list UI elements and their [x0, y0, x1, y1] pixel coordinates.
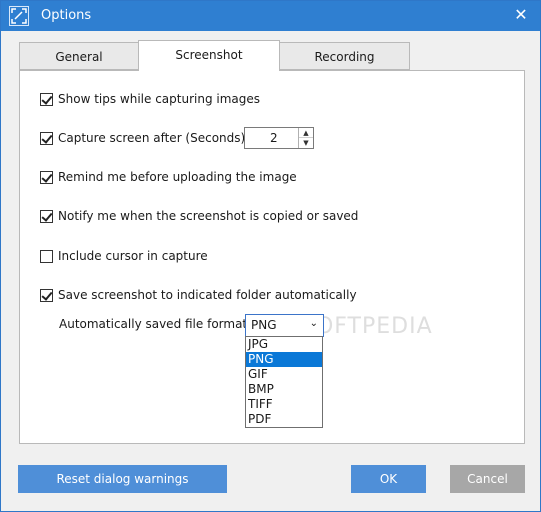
tab-screenshot-label: Screenshot: [175, 48, 243, 62]
include-cursor-label: Include cursor in capture: [58, 249, 208, 263]
capture-delay-label: Capture screen after (Seconds):: [58, 131, 250, 145]
show-tips-label: Show tips while capturing images: [58, 92, 261, 106]
chevron-down-icon: ⌄: [309, 318, 318, 329]
delay-seconds-value[interactable]: 2: [270, 131, 278, 145]
spinner-buttons: ▲ ▼: [298, 128, 313, 148]
options-dialog: Options ✕ General Screenshot Recording S…: [0, 0, 541, 512]
file-format-label: Automatically saved file format:: [59, 317, 252, 331]
format-option-pdf[interactable]: PDF: [246, 412, 322, 427]
reset-dialog-warnings-button[interactable]: Reset dialog warnings: [18, 465, 227, 493]
tab-general[interactable]: General: [19, 42, 139, 70]
delay-seconds-spinner[interactable]: 2 ▲ ▼: [244, 127, 314, 149]
format-option-png[interactable]: PNG: [246, 352, 322, 367]
format-option-gif[interactable]: GIF: [246, 367, 322, 382]
option-capture-delay[interactable]: Capture screen after (Seconds):: [40, 130, 249, 146]
file-format-select[interactable]: PNG ⌄: [245, 314, 324, 337]
close-icon[interactable]: ✕: [512, 6, 530, 24]
format-option-jpg[interactable]: JPG: [246, 337, 322, 352]
auto-save-label: Save screenshot to indicated folder auto…: [58, 288, 357, 302]
option-notify-copied[interactable]: Notify me when the screenshot is copied …: [40, 208, 358, 224]
file-format-dropdown: JPG PNG GIF BMP TIFF PDF: [245, 336, 323, 428]
ok-button[interactable]: OK: [351, 465, 426, 493]
remind-upload-checkbox[interactable]: [40, 170, 53, 184]
app-icon: [9, 6, 29, 26]
option-include-cursor[interactable]: Include cursor in capture: [40, 248, 208, 264]
notify-copied-label: Notify me when the screenshot is copied …: [58, 209, 359, 223]
option-auto-save[interactable]: Save screenshot to indicated folder auto…: [40, 287, 357, 303]
format-option-tiff[interactable]: TIFF: [246, 397, 322, 412]
cancel-button[interactable]: Cancel: [450, 465, 525, 493]
window-title: Options: [41, 8, 92, 23]
title-bar[interactable]: Options ✕: [1, 1, 540, 31]
tab-recording[interactable]: Recording: [279, 42, 410, 70]
option-remind-upload[interactable]: Remind me before uploading the image: [40, 169, 297, 185]
spinner-up-icon[interactable]: ▲: [299, 128, 313, 138]
auto-save-checkbox[interactable]: [40, 288, 53, 302]
tab-general-label: General: [55, 50, 103, 64]
tab-screenshot[interactable]: Screenshot: [138, 40, 280, 71]
remind-upload-label: Remind me before uploading the image: [58, 170, 297, 184]
option-show-tips[interactable]: Show tips while capturing images: [40, 91, 260, 107]
notify-copied-checkbox[interactable]: [40, 209, 53, 223]
include-cursor-checkbox[interactable]: [40, 249, 53, 263]
file-format-selected: PNG: [251, 318, 277, 332]
tab-recording-label: Recording: [314, 50, 375, 64]
capture-delay-checkbox[interactable]: [40, 131, 53, 145]
spinner-down-icon[interactable]: ▼: [299, 138, 313, 148]
show-tips-checkbox[interactable]: [40, 92, 53, 106]
format-option-bmp[interactable]: BMP: [246, 382, 322, 397]
